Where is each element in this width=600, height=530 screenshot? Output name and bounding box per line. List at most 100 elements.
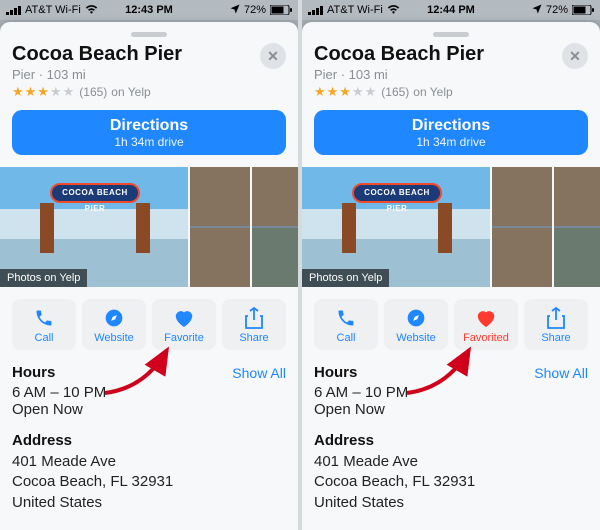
favorite-label: Favorite [164,332,204,344]
address-section: Address 401 Meade Ave Cocoa Beach, FL 32… [12,432,286,513]
clock-label: 12:43 PM [0,4,298,16]
close-button[interactable]: ✕ [260,43,286,69]
address-line: United States [12,493,286,513]
call-label: Call [337,332,356,344]
call-label: Call [35,332,54,344]
address-line: Cocoa Beach, FL 32931 [314,472,588,492]
directions-label: Directions [314,117,588,135]
sheet-grabber[interactable] [433,32,469,37]
photo-sign-text: COCOA BEACH PIER [352,183,442,203]
call-button[interactable]: Call [12,299,76,350]
address-heading: Address [314,432,588,449]
photo-column-2[interactable] [252,167,298,287]
compass-icon [406,307,426,329]
share-label: Share [541,332,570,344]
review-source: on Yelp [413,85,452,99]
photo-column-2[interactable] [554,167,600,287]
photo-strip[interactable]: COCOA BEACH PIER Photos on Yelp [0,167,298,287]
favorite-button[interactable]: Favorite [152,299,216,350]
address-section: Address 401 Meade Ave Cocoa Beach, FL 32… [314,432,588,513]
hours-range: 6 AM – 10 PM [314,384,588,401]
sheet-grabber[interactable] [131,32,167,37]
share-button[interactable]: Share [222,299,286,350]
share-label: Share [239,332,268,344]
star-rating: ★★★★★ [314,84,377,100]
address-line: Cocoa Beach, FL 32931 [12,472,286,492]
favorite-button[interactable]: Favorited [454,299,518,350]
address-block[interactable]: 401 Meade Ave Cocoa Beach, FL 32931 Unit… [314,452,588,513]
compass-icon [104,307,124,329]
photo-thumb[interactable] [252,167,298,226]
phone-icon [336,307,356,329]
share-icon [547,307,565,329]
close-icon: ✕ [267,48,279,65]
review-count: (165) [79,85,107,99]
website-label: Website [396,332,436,344]
review-source: on Yelp [111,85,150,99]
photo-thumb[interactable] [190,228,250,287]
place-card[interactable]: Cocoa Beach Pier Pier · 103 mi ★★★★★ (16… [0,22,298,530]
directions-label: Directions [12,117,286,135]
action-row: Call Website Favorite Share [12,299,286,350]
photo-main[interactable]: COCOA BEACH PIER Photos on Yelp [0,167,188,287]
directions-eta: 1h 34m drive [314,135,588,149]
photo-column-1[interactable] [492,167,552,287]
rating-row: ★★★★★ (165) on Yelp [12,84,182,100]
photo-thumb[interactable] [190,167,250,226]
heart-icon [173,307,195,329]
photo-strip[interactable]: COCOA BEACH PIER Photos on Yelp [302,167,600,287]
photo-thumb[interactable] [492,228,552,287]
close-icon: ✕ [569,48,581,65]
open-status: Open Now [314,401,588,418]
clock-label: 12:44 PM [302,4,600,16]
place-subtitle: Pier · 103 mi [314,67,484,82]
action-row: Call Website Favorited Share [314,299,588,350]
photos-source-badge: Photos on Yelp [302,269,389,287]
address-heading: Address [12,432,286,449]
show-all-hours[interactable]: Show All [534,365,588,381]
star-rating: ★★★★★ [12,84,75,100]
hours-section: Hours Show All 6 AM – 10 PM Open Now [314,364,588,418]
photo-thumb[interactable] [554,228,600,287]
photo-main[interactable]: COCOA BEACH PIER Photos on Yelp [302,167,490,287]
show-all-hours[interactable]: Show All [232,365,286,381]
phone-icon [34,307,54,329]
photos-source-badge: Photos on Yelp [0,269,87,287]
hours-heading: Hours [314,364,357,381]
photo-sign-text: COCOA BEACH PIER [50,183,140,203]
close-button[interactable]: ✕ [562,43,588,69]
call-button[interactable]: Call [314,299,378,350]
share-icon [245,307,263,329]
website-button[interactable]: Website [82,299,146,350]
screenshot-left: AT&T Wi-Fi 12:43 PM 72% Cocoa Beach Pier… [0,0,298,530]
website-button[interactable]: Website [384,299,448,350]
directions-button[interactable]: Directions 1h 34m drive [12,110,286,155]
address-line: 401 Meade Ave [314,452,588,472]
place-title: Cocoa Beach Pier [314,43,484,66]
open-status: Open Now [12,401,286,418]
heart-filled-icon [475,307,497,329]
directions-button[interactable]: Directions 1h 34m drive [314,110,588,155]
rating-row: ★★★★★ (165) on Yelp [314,84,484,100]
website-label: Website [94,332,134,344]
photo-thumb[interactable] [492,167,552,226]
address-line: 401 Meade Ave [12,452,286,472]
photo-column-1[interactable] [190,167,250,287]
review-count: (165) [381,85,409,99]
place-subtitle: Pier · 103 mi [12,67,182,82]
hours-range: 6 AM – 10 PM [12,384,286,401]
place-card[interactable]: Cocoa Beach Pier Pier · 103 mi ★★★★★ (16… [302,22,600,530]
hours-heading: Hours [12,364,55,381]
screenshot-right: AT&T Wi-Fi 12:44 PM 72% Cocoa Beach Pier… [302,0,600,530]
favorited-label: Favorited [463,332,509,344]
status-bar: AT&T Wi-Fi 12:44 PM 72% [302,0,600,20]
address-block[interactable]: 401 Meade Ave Cocoa Beach, FL 32931 Unit… [12,452,286,513]
photo-thumb[interactable] [252,228,298,287]
photo-thumb[interactable] [554,167,600,226]
status-bar: AT&T Wi-Fi 12:43 PM 72% [0,0,298,20]
hours-section: Hours Show All 6 AM – 10 PM Open Now [12,364,286,418]
address-line: United States [314,493,588,513]
directions-eta: 1h 34m drive [12,135,286,149]
share-button[interactable]: Share [524,299,588,350]
place-title: Cocoa Beach Pier [12,43,182,66]
